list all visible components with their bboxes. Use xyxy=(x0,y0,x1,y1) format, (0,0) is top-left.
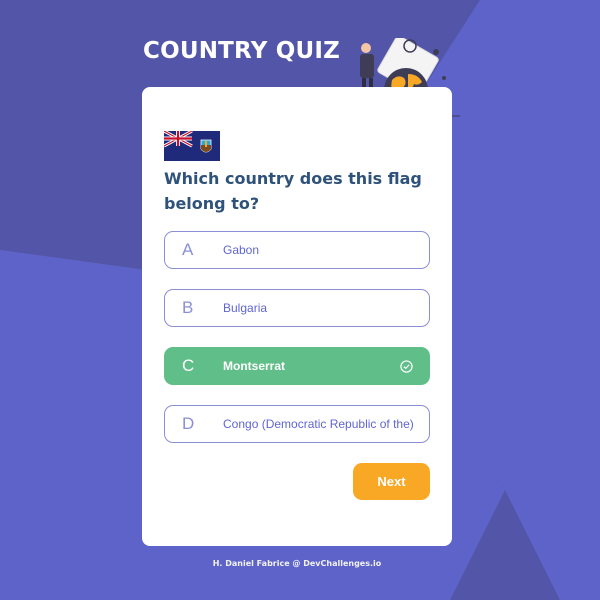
footer-credit: H. Daniel Fabrice @ DevChallenges.io xyxy=(212,559,382,568)
option-c[interactable]: C Montserrat xyxy=(164,347,430,385)
option-letter: C xyxy=(182,356,195,375)
quiz-card: Which country does this flag belong to? … xyxy=(142,87,452,546)
question-text: Which country does this flag belong to? xyxy=(164,169,422,213)
option-a[interactable]: A Gabon xyxy=(164,231,430,269)
option-text: Bulgaria xyxy=(223,301,268,315)
check-circle-icon xyxy=(400,360,413,373)
option-text: Congo (Democratic Republic of the) xyxy=(223,417,414,431)
option-letter: A xyxy=(182,240,194,259)
option-letter: B xyxy=(182,298,194,317)
option-b[interactable]: B Bulgaria xyxy=(164,289,430,327)
app-title: COUNTRY QUIZ xyxy=(143,38,341,64)
montserrat-flag-icon xyxy=(164,131,220,161)
option-letter: D xyxy=(182,414,195,433)
option-d[interactable]: D Congo (Democratic Republic of the) xyxy=(164,405,430,443)
option-text: Gabon xyxy=(223,243,260,257)
option-text: Montserrat xyxy=(223,359,286,373)
next-button[interactable]: Next xyxy=(353,463,430,500)
